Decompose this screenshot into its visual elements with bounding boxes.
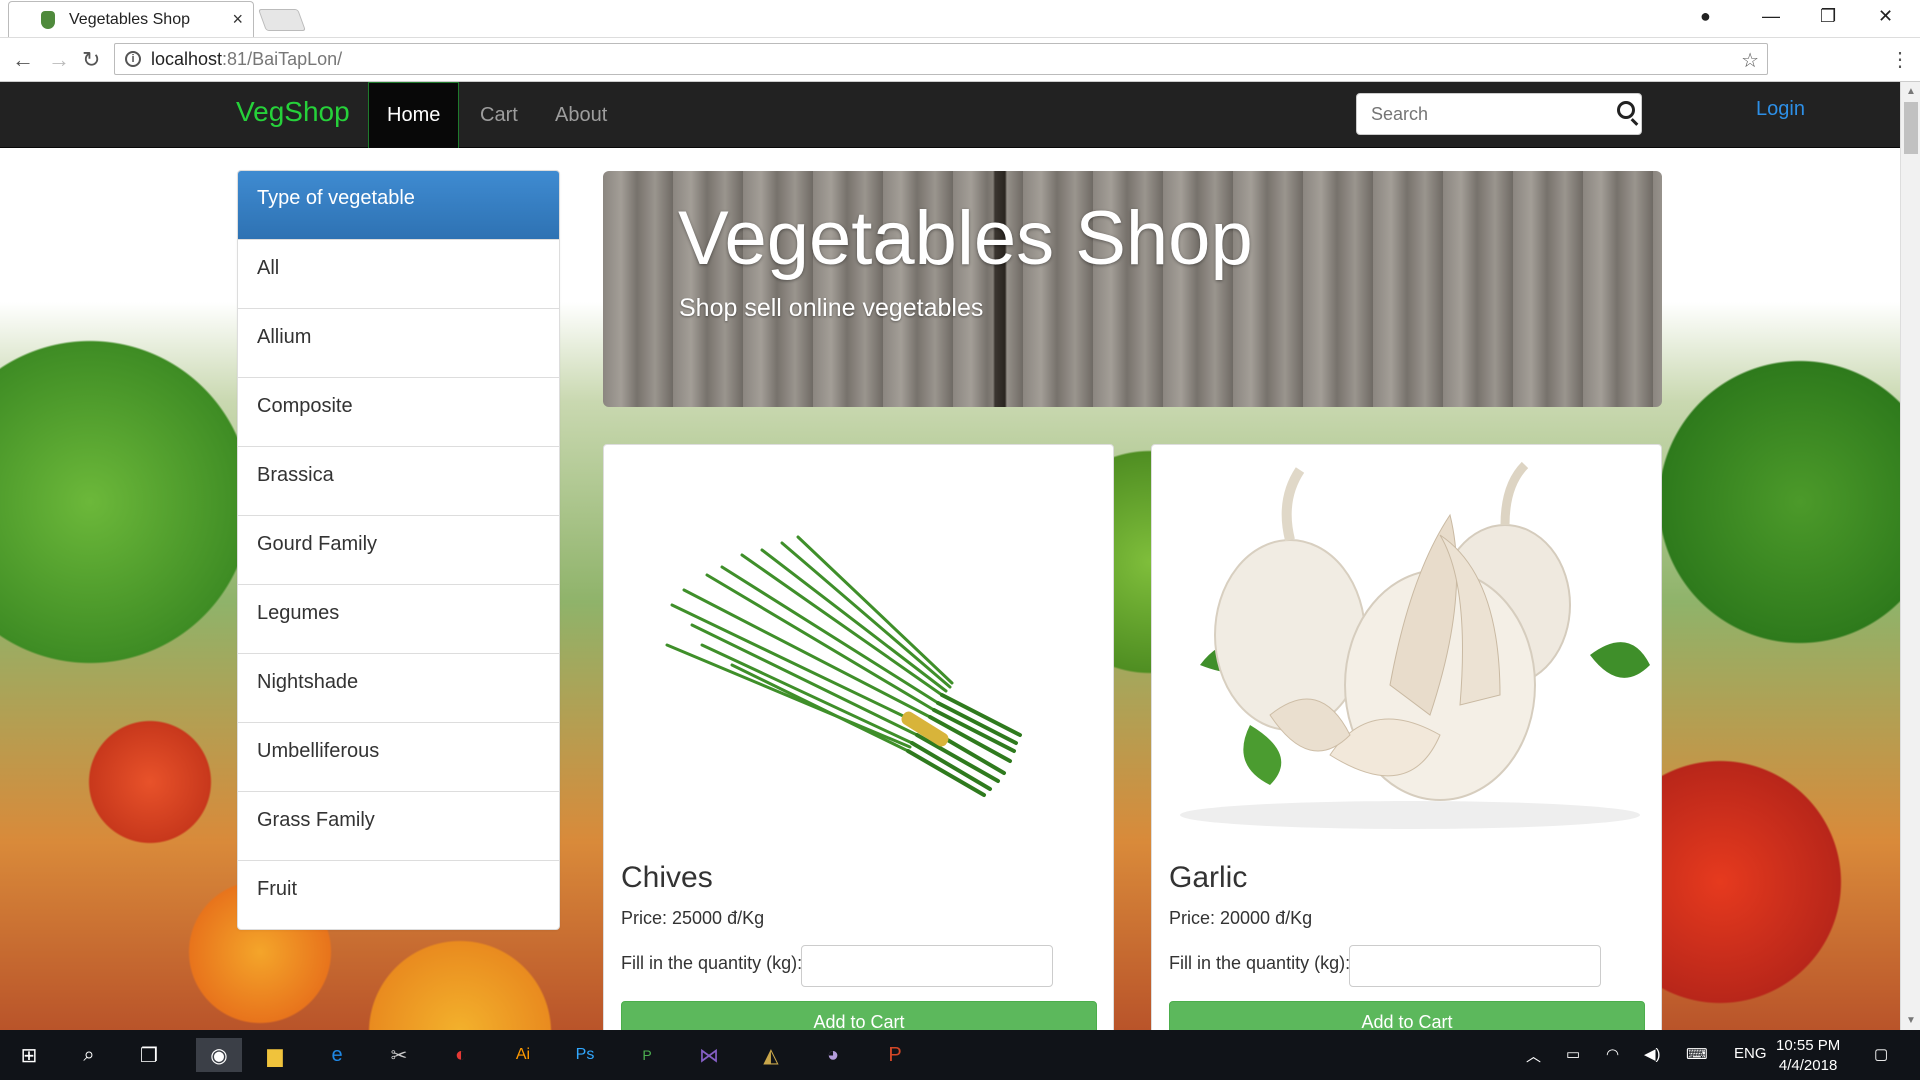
scroll-down-icon[interactable]: ▼ (1906, 1015, 1916, 1026)
clock-time: 10:55 PM (1776, 1037, 1841, 1054)
brand-logo[interactable]: VegShop (236, 96, 350, 128)
taskbar-clock[interactable]: 10:55 PM 4/4/2018 (1776, 1036, 1840, 1076)
volume-icon[interactable]: ◀) (1644, 1045, 1661, 1063)
start-windows-icon[interactable]: ⊞ (12, 1038, 46, 1072)
quantity-input[interactable] (801, 945, 1053, 987)
product-name: Chives (621, 861, 713, 894)
photoshop-icon[interactable]: Ps (568, 1038, 602, 1072)
tools-icon[interactable]: ✂ (382, 1038, 416, 1072)
add-to-cart-button[interactable]: Add to Cart (621, 1001, 1097, 1030)
product-card-chives: Chives Price: 25000 đ/Kg Fill in the qua… (603, 444, 1114, 1030)
sidebar-item-brassica[interactable]: Brassica (238, 446, 559, 515)
battery-icon[interactable]: ▭ (1566, 1045, 1580, 1063)
windows-taskbar: ⊞ ⌕ ❐ ◉ ▆ e ✂ ◐ Ai Ps P ⋈ ◭ ◕ P ︿ ▭ ◠ ◀)… (0, 1030, 1920, 1080)
edge-icon[interactable]: e (320, 1038, 354, 1072)
quantity-input[interactable] (1349, 945, 1601, 987)
restore-button[interactable]: ❐ (1820, 6, 1836, 27)
visual-studio-icon[interactable]: ⋈ (692, 1038, 726, 1072)
chat-app-icon[interactable]: ◕ (816, 1038, 850, 1072)
hero-title: Vegetables Shop (678, 196, 1253, 281)
close-window-button[interactable]: ✕ (1878, 6, 1893, 27)
browser-tab[interactable]: Vegetables Shop × (8, 1, 254, 37)
product-price: Price: 25000 đ/Kg (621, 908, 765, 928)
chrome-icon[interactable]: ◉ (196, 1038, 242, 1072)
forward-arrow-icon[interactable]: → (48, 47, 70, 73)
scrollbar-thumb[interactable] (1904, 102, 1918, 154)
hero-subtitle: Shop sell online vegetables (679, 294, 984, 322)
url-host: localhost (151, 48, 223, 69)
search-input[interactable] (1371, 103, 1601, 125)
nav-about[interactable]: About (537, 82, 625, 148)
keyboard-icon[interactable]: ⌨ (1686, 1045, 1708, 1063)
clock-date: 4/4/2018 (1778, 1057, 1838, 1074)
browser-tab-strip: Vegetables Shop × ● — ❐ ✕ (0, 0, 1920, 38)
url-bar[interactable]: i localhost:81/BaiTapLon/ ☆ (114, 43, 1768, 75)
sidebar-item-grass-family[interactable]: Grass Family (238, 791, 559, 860)
sidebar-item-umbelliferous[interactable]: Umbelliferous (238, 722, 559, 791)
sidebar-item-nightshade[interactable]: Nightshade (238, 653, 559, 722)
product-card-garlic: Garlic Price: 20000 đ/Kg Fill in the qua… (1151, 444, 1662, 1030)
tab-close-icon[interactable]: × (232, 9, 243, 30)
search-box (1356, 93, 1642, 135)
nav-cart[interactable]: Cart (462, 82, 536, 148)
sidebar-item-allium[interactable]: Allium (238, 308, 559, 377)
quantity-label: Fill in the quantity (kg): (621, 953, 803, 973)
league-icon[interactable]: ◭ (754, 1038, 788, 1072)
sidebar-item-all[interactable]: All (238, 239, 559, 308)
menu-dots-icon[interactable]: ⋮ (1890, 47, 1910, 72)
powerpoint-icon[interactable]: P (878, 1038, 912, 1072)
task-view-icon[interactable]: ❐ (132, 1038, 166, 1072)
back-arrow-icon[interactable]: ← (12, 47, 34, 73)
quantity-label: Fill in the quantity (kg): (1169, 953, 1351, 973)
tray-chevron-icon[interactable]: ︿ (1526, 1045, 1541, 1066)
nav-home[interactable]: Home (368, 82, 460, 148)
favicon-icon (41, 10, 55, 29)
login-link[interactable]: Login (1756, 98, 1805, 121)
profile-icon[interactable]: ● (1700, 6, 1711, 27)
bookmark-star-icon[interactable]: ☆ (1741, 48, 1759, 73)
url-path: :81/BaiTapLon/ (222, 48, 343, 69)
sidebar-heading: Type of vegetable (238, 171, 559, 239)
illustrator-icon[interactable]: Ai (506, 1038, 540, 1072)
info-icon[interactable]: i (125, 51, 141, 67)
tab-title: Vegetables Shop (69, 10, 190, 28)
sidebar-item-fruit[interactable]: Fruit (238, 860, 559, 929)
hero-banner: Vegetables Shop Shop sell online vegetab… (603, 171, 1662, 407)
add-to-cart-button[interactable]: Add to Cart (1169, 1001, 1645, 1030)
sidebar-item-composite[interactable]: Composite (238, 377, 559, 446)
file-explorer-icon[interactable]: ▆ (258, 1038, 292, 1072)
page-viewport: VegShop Home Cart About Login Type of ve… (0, 82, 1900, 1030)
page-scrollbar[interactable]: ▲ ▼ (1900, 82, 1920, 1030)
pascal-icon[interactable]: P (630, 1038, 664, 1072)
wifi-icon[interactable]: ◠ (1606, 1045, 1619, 1063)
product-name: Garlic (1169, 861, 1248, 894)
product-price: Price: 20000 đ/Kg (1169, 908, 1313, 928)
language-indicator[interactable]: ENG (1734, 1045, 1767, 1062)
sidebar-item-legumes[interactable]: Legumes (238, 584, 559, 653)
search-icon[interactable] (1617, 101, 1635, 119)
search-taskbar-icon[interactable]: ⌕ (72, 1038, 106, 1072)
scroll-up-icon[interactable]: ▲ (1906, 86, 1916, 97)
address-toolbar: ← → ↻ i localhost:81/BaiTapLon/ ☆ ⋮ (0, 38, 1920, 82)
notifications-icon[interactable]: ▢ (1874, 1045, 1888, 1063)
chives-image (612, 455, 1105, 830)
game-app-icon[interactable]: ◐ (444, 1038, 478, 1072)
minimize-button[interactable]: — (1762, 6, 1780, 27)
sidebar-item-gourd-family[interactable]: Gourd Family (238, 515, 559, 584)
reload-icon[interactable]: ↻ (82, 47, 100, 73)
site-navbar: VegShop Home Cart About Login (0, 82, 1900, 148)
garlic-image (1160, 455, 1653, 830)
category-sidebar: Type of vegetable All Allium Composite B… (237, 170, 560, 930)
new-tab-button[interactable] (257, 9, 307, 31)
